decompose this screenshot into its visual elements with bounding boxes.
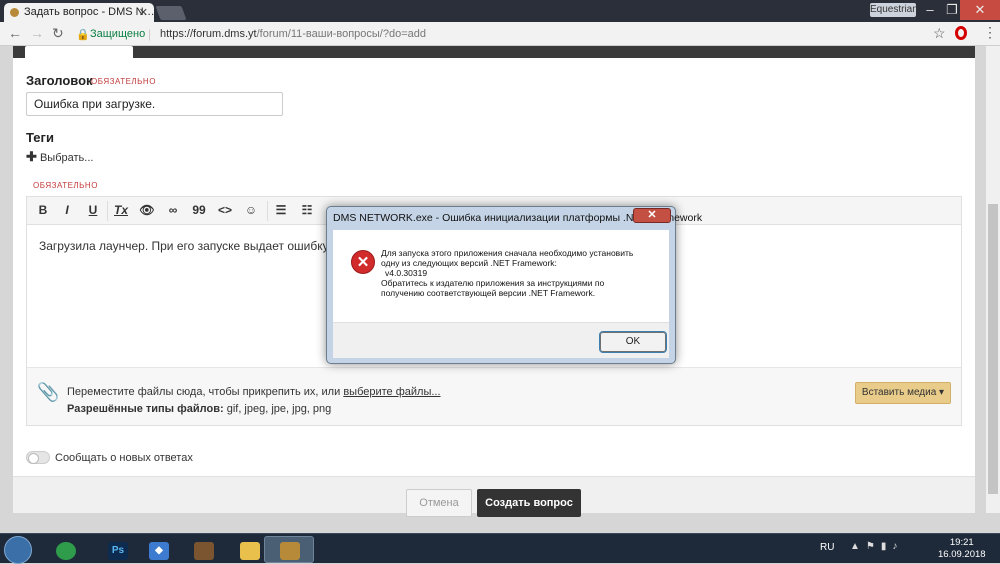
tab-close-icon[interactable]: ✕ — [139, 6, 148, 19]
dialog-close-icon[interactable]: ✕ — [633, 208, 671, 223]
title-label: Заголовок — [26, 73, 93, 88]
secure-label: Защищено — [90, 28, 146, 40]
code-icon[interactable]: <> — [215, 203, 235, 217]
dialog-line: Для запуска этого приложения сначала нео… — [381, 248, 634, 258]
scrollbar-thumb[interactable] — [988, 204, 998, 494]
folder-icon — [240, 542, 260, 560]
minecraft-icon — [194, 542, 214, 560]
taskbar: Ps ◆ RU ▲⚑▮♪ 19:21 16.09.2018 — [0, 533, 1000, 564]
new-tab-button[interactable] — [155, 6, 187, 20]
browser-tab-strip: Задать вопрос - DMS N… ✕ Equestrian – ❐ … — [0, 0, 1000, 22]
title-input[interactable]: Ошибка при загрузке. — [26, 92, 283, 116]
dialog-body: ✕ Для запуска этого приложения сначала н… — [333, 230, 669, 322]
insert-media-button[interactable]: Вставить медиа ▾ — [855, 382, 951, 404]
clock-date: 16.09.2018 — [938, 549, 986, 560]
browser-menu-icon[interactable]: ⋮ — [983, 24, 997, 41]
site-favicon-icon — [10, 8, 19, 17]
url-host: https://forum.dms.yt — [160, 28, 257, 40]
bookmark-star-icon[interactable]: ☆ — [933, 25, 946, 42]
clock-time: 19:21 — [949, 537, 974, 548]
clock[interactable]: 19:21 16.09.2018 — [938, 537, 986, 561]
address-divider: | — [148, 27, 152, 41]
error-dialog: DMS NETWORK.exe - Ошибка инициализации п… — [326, 206, 702, 364]
toolbar-divider — [267, 201, 268, 221]
chrome-icon — [56, 542, 76, 560]
italic-button[interactable]: I — [57, 203, 77, 217]
lock-icon: 🔒 — [76, 29, 90, 41]
underline-button[interactable]: U — [83, 203, 103, 217]
quote-icon[interactable]: 99 — [189, 203, 209, 217]
cancel-button[interactable]: Отмена — [406, 489, 472, 517]
browser-tab[interactable]: Задать вопрос - DMS N… ✕ — [4, 3, 154, 22]
profile-button[interactable]: Equestrian — [870, 3, 918, 17]
attach-instructions: Переместите файлы сюда, чтобы прикрепить… — [67, 386, 441, 398]
tags-choose-button[interactable]: ✚ Выбрать... — [26, 149, 93, 165]
reload-icon[interactable]: ↻ — [52, 25, 64, 42]
start-button[interactable] — [4, 536, 32, 564]
url-path: /forum/11-ваши-вопросы/?do=add — [256, 28, 426, 40]
page-scrollbar[interactable] — [986, 46, 1000, 513]
dialog-footer: OK — [333, 322, 669, 358]
dms-icon — [280, 542, 300, 560]
tab-active[interactable] — [25, 46, 133, 58]
clear-format-button[interactable]: Tx — [111, 203, 131, 217]
app-task[interactable]: ◆ — [133, 536, 183, 563]
dialog-line: Обратитесь к издателю приложения за инст… — [381, 278, 605, 288]
tags-choose-label: Выбрать... — [39, 152, 94, 164]
photoshop-icon: Ps — [108, 542, 128, 560]
allowed-types-label: Разрешённые типы файлов: — [67, 403, 224, 415]
link-icon[interactable]: ∞ — [163, 203, 183, 217]
content-tabs — [13, 46, 975, 58]
attach-prefix: Переместите файлы сюда, чтобы прикрепить… — [67, 386, 344, 398]
minecraft-task[interactable] — [178, 536, 228, 563]
ok-button[interactable]: OK — [599, 331, 667, 353]
bullet-list-icon[interactable]: ☰ — [271, 203, 291, 217]
notify-toggle[interactable] — [26, 451, 50, 464]
forward-icon[interactable]: → — [30, 25, 44, 41]
plus-icon: ✚ — [26, 149, 37, 164]
bold-button[interactable]: B — [33, 203, 53, 217]
language-indicator[interactable]: RU — [820, 542, 834, 553]
minimize-icon[interactable]: – — [918, 0, 942, 20]
chrome-task[interactable] — [40, 536, 90, 563]
error-icon: ✕ — [351, 250, 375, 274]
address-bar: ← → ↻ 🔒 Защищено | https://forum.dms.yt/… — [0, 22, 1000, 46]
notify-label: Сообщать о новых ответах — [55, 452, 193, 464]
window-close-icon[interactable]: ✕ — [960, 0, 1000, 20]
required-label: ОБЯЗАТЕЛЬНО — [91, 77, 156, 86]
opera-extension-icon[interactable] — [955, 26, 967, 40]
url-field[interactable]: https://forum.dms.yt/forum/11-ваши-вопро… — [160, 28, 426, 40]
dms-launcher-task[interactable] — [264, 536, 314, 563]
back-icon[interactable]: ← — [8, 25, 22, 41]
dialog-line: одну из следующих версий .NET Framework: — [381, 258, 557, 268]
toolbar-divider — [107, 201, 108, 221]
choose-files-link[interactable]: выберите файлы... — [343, 386, 440, 398]
tags-label: Теги — [26, 130, 54, 145]
numbered-list-icon[interactable]: ☷ — [297, 203, 317, 217]
required-label-2: ОБЯЗАТЕЛЬНО — [33, 181, 98, 190]
submit-question-button[interactable]: Создать вопрос — [477, 489, 581, 517]
dialog-line: v4.0.30319 — [385, 268, 428, 278]
allowed-types: Разрешённые типы файлов: gif, jpeg, jpe,… — [67, 403, 331, 415]
tray-icons[interactable]: ▲⚑▮♪ — [850, 541, 903, 552]
allowed-types-list: gif, jpeg, jpe, jpg, png — [223, 403, 332, 415]
attachment-area: 📎 Переместите файлы сюда, чтобы прикрепи… — [27, 367, 961, 425]
eye-icon[interactable]: 👁 — [137, 203, 157, 217]
dialog-line: получению соответствующей версии .NET Fr… — [381, 288, 596, 298]
dialog-message: Для запуска этого приложения сначала нео… — [381, 248, 651, 298]
tab-title: Задать вопрос - DMS N… — [24, 6, 154, 18]
restore-icon[interactable]: ❐ — [942, 0, 962, 20]
form-footer: Отмена Создать вопрос — [13, 476, 975, 517]
emoji-icon[interactable]: ☺ — [241, 203, 261, 217]
app-icon: ◆ — [149, 542, 169, 560]
paperclip-icon: 📎 — [37, 382, 60, 402]
